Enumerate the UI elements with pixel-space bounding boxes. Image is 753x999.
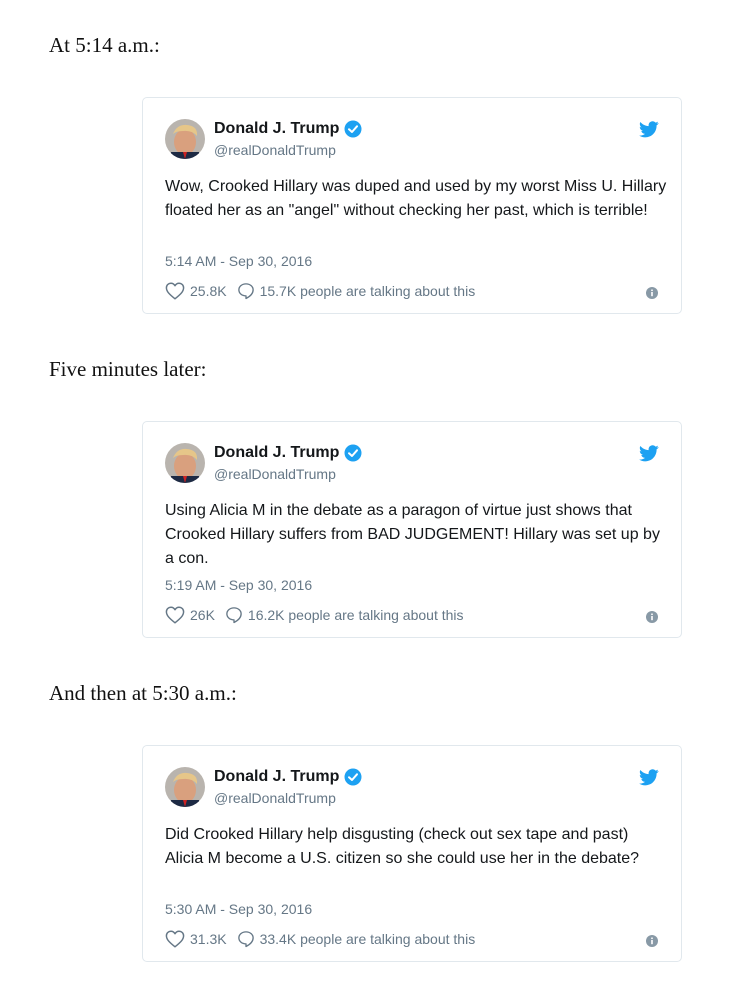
like-count: 31.3K xyxy=(190,931,227,947)
like-count: 26K xyxy=(190,607,215,623)
verified-badge-icon xyxy=(344,120,362,138)
tweet-timestamp[interactable]: 5:14 AM - Sep 30, 2016 xyxy=(165,253,312,269)
embedded-tweet[interactable]: Donald J. Trump @realDonaldTrump Wow, Cr… xyxy=(142,97,682,314)
tweet-text: Using Alicia M in the debate as a parago… xyxy=(165,502,660,567)
author-name-text[interactable]: Donald J. Trump xyxy=(214,768,339,786)
info-icon[interactable] xyxy=(646,935,658,947)
author-name-text[interactable]: Donald J. Trump xyxy=(214,120,339,138)
author-name[interactable]: Donald J. Trump xyxy=(214,768,362,786)
info-icon[interactable] xyxy=(646,287,658,299)
talking-link[interactable]: 16.2K people are talking about this xyxy=(225,606,464,624)
avatar[interactable] xyxy=(165,443,205,483)
like-button[interactable]: 25.8K xyxy=(165,282,227,300)
section-intro: And then at 5:30 a.m.: xyxy=(49,681,237,705)
tweet-text: Wow, Crooked Hillary was duped and used … xyxy=(165,178,667,219)
author-name-text[interactable]: Donald J. Trump xyxy=(214,444,339,462)
tweet-actions: 26K 16.2K people are talking about this xyxy=(165,606,464,624)
talking-count: 16.2K people are talking about this xyxy=(247,607,464,623)
avatar[interactable] xyxy=(165,119,205,159)
verified-badge-icon xyxy=(344,768,362,786)
heart-icon xyxy=(165,930,185,948)
like-button[interactable]: 26K xyxy=(165,606,215,624)
like-button[interactable]: 31.3K xyxy=(165,930,227,948)
speech-bubble-icon xyxy=(226,607,242,624)
tweet-timestamp[interactable]: 5:30 AM - Sep 30, 2016 xyxy=(165,901,312,917)
speech-bubble-icon xyxy=(237,283,254,300)
embedded-tweet[interactable]: Donald J. Trump @realDonaldTrump Using A… xyxy=(142,421,682,638)
tweet-text: Did Crooked Hillary help disgusting (che… xyxy=(165,826,640,867)
twitter-bird-icon[interactable] xyxy=(639,445,659,462)
talking-count: 33.4K people are talking about this xyxy=(259,931,476,947)
talking-link[interactable]: 15.7K people are talking about this xyxy=(237,282,476,300)
tweet-actions: 31.3K 33.4K people are talking about thi… xyxy=(165,930,475,948)
section-intro: Five minutes later: xyxy=(49,357,207,381)
author-handle[interactable]: @realDonaldTrump xyxy=(214,466,336,482)
embedded-tweet[interactable]: Donald J. Trump @realDonaldTrump Did Cro… xyxy=(142,745,682,962)
twitter-bird-icon[interactable] xyxy=(639,121,659,138)
author-handle[interactable]: @realDonaldTrump xyxy=(214,142,336,158)
heart-icon xyxy=(165,606,185,624)
speech-bubble-icon xyxy=(237,931,254,948)
twitter-bird-icon[interactable] xyxy=(639,769,659,786)
avatar[interactable] xyxy=(165,767,205,807)
info-icon[interactable] xyxy=(646,611,658,623)
author-handle[interactable]: @realDonaldTrump xyxy=(214,790,336,806)
verified-badge-icon xyxy=(344,444,362,462)
talking-count: 15.7K people are talking about this xyxy=(259,283,476,299)
tweet-actions: 25.8K 15.7K people are talking about thi… xyxy=(165,282,475,300)
author-name[interactable]: Donald J. Trump xyxy=(214,444,362,462)
section-intro: At 5:14 a.m.: xyxy=(49,33,160,57)
like-count: 25.8K xyxy=(190,283,227,299)
author-name[interactable]: Donald J. Trump xyxy=(214,120,362,138)
heart-icon xyxy=(165,282,185,300)
tweet-timestamp[interactable]: 5:19 AM - Sep 30, 2016 xyxy=(165,577,312,593)
talking-link[interactable]: 33.4K people are talking about this xyxy=(237,930,476,948)
